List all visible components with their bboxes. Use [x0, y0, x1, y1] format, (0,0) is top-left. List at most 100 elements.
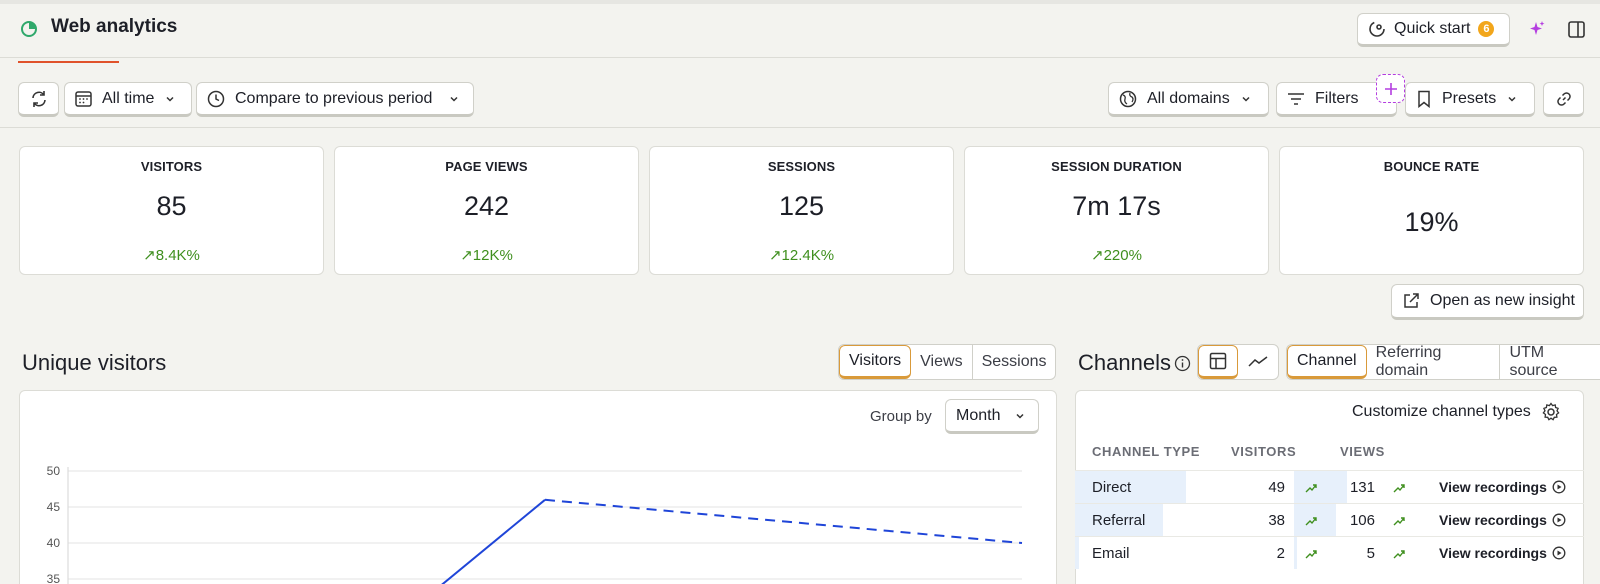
column-header-channel-type[interactable]: CHANNEL TYPE	[1092, 444, 1200, 459]
channels-title-text: Channels	[1078, 350, 1171, 375]
unique-visitors-title: Unique visitors	[22, 350, 167, 375]
quick-start-badge: 6	[1478, 21, 1495, 37]
domains-select[interactable]: All domains	[1108, 82, 1269, 117]
stat-card-page-views[interactable]: PAGE VIEWS 242 ↗12K%	[334, 146, 639, 275]
y-tick-label: 45	[47, 500, 61, 514]
view-recordings-label: View recordings	[1439, 512, 1547, 528]
channels-tabs: Channel Referring domain UTM source	[1286, 344, 1600, 380]
stat-value: 7m 17s	[1072, 191, 1161, 221]
chevron-down-icon	[164, 93, 176, 105]
copy-link-button[interactable]	[1543, 82, 1584, 117]
play-icon	[1552, 546, 1566, 560]
refresh-button[interactable]	[18, 82, 59, 117]
stat-delta: ↗8.4K%	[143, 247, 200, 264]
view-recordings-link[interactable]: View recordings	[1439, 512, 1566, 528]
play-icon	[1552, 513, 1566, 527]
play-icon	[1552, 480, 1566, 494]
trend-view-icon[interactable]	[1238, 345, 1278, 379]
view-recordings-link[interactable]: View recordings	[1439, 479, 1566, 495]
trend-up-icon	[1305, 515, 1317, 527]
quick-start-label: Quick start	[1394, 20, 1471, 37]
views-value: 5	[1366, 545, 1375, 562]
compare-label: Compare to previous period	[235, 89, 433, 107]
tab-views[interactable]: Views	[911, 345, 973, 379]
views-value: 131	[1349, 479, 1375, 496]
tab-referring-domain[interactable]: Referring domain	[1367, 345, 1501, 379]
domains-label: All domains	[1147, 89, 1230, 107]
views-share-bar	[1294, 537, 1297, 569]
rocket-icon	[1368, 20, 1386, 38]
visitors-projection-line	[544, 498, 1023, 544]
stat-value: 19%	[1404, 207, 1459, 237]
trend-up-icon	[1393, 482, 1405, 494]
side-panel-icon[interactable]	[1568, 21, 1585, 38]
stat-delta: ↗12K%	[460, 247, 513, 264]
open-insight-button[interactable]: Open as new insight	[1391, 284, 1584, 320]
presets-label: Presets	[1442, 89, 1497, 107]
gear-icon	[1541, 402, 1561, 422]
y-tick-label: 35	[47, 572, 61, 584]
clock-icon	[207, 90, 225, 108]
visitors-value: 38	[1268, 512, 1285, 529]
bookmark-icon	[1416, 90, 1432, 108]
table-row[interactable]: Email 2 5 View recordings	[1075, 536, 1584, 569]
y-tick-label: 40	[47, 536, 61, 550]
info-icon[interactable]	[1174, 355, 1191, 372]
customize-channel-types-button[interactable]: Customize channel types	[1352, 402, 1561, 422]
customize-label: Customize channel types	[1352, 403, 1531, 420]
stat-card-visitors[interactable]: VISITORS 85 ↗8.4K%	[19, 146, 324, 275]
link-icon	[1556, 91, 1572, 107]
external-link-icon	[1402, 292, 1420, 310]
column-header-visitors[interactable]: VISITORS	[1231, 444, 1296, 459]
channels-title: Channels	[1078, 350, 1191, 376]
date-range-select[interactable]: All time	[64, 82, 192, 117]
channel-type: Referral	[1092, 512, 1146, 529]
stat-delta: ↗12.4K%	[768, 247, 835, 264]
view-recordings-label: View recordings	[1439, 479, 1547, 495]
group-by-select[interactable]: Month	[945, 399, 1039, 434]
presets-select[interactable]: Presets	[1405, 82, 1535, 117]
tab-channel[interactable]: Channel	[1287, 345, 1367, 379]
table-row[interactable]: Direct 49 131 View recordings	[1075, 470, 1584, 503]
stat-title: SESSION DURATION	[1051, 159, 1182, 174]
filters-label: Filters	[1315, 89, 1359, 107]
stat-title: SESSIONS	[767, 159, 836, 174]
y-tick-label: 50	[47, 464, 61, 478]
add-filter-button[interactable]	[1376, 74, 1405, 103]
chevron-down-icon	[1506, 93, 1518, 105]
stat-card-session-duration[interactable]: SESSION DURATION 7m 17s ↗220%	[964, 146, 1269, 275]
compare-select[interactable]: Compare to previous period	[196, 82, 474, 117]
view-recordings-label: View recordings	[1439, 545, 1547, 561]
open-insight-label: Open as new insight	[1430, 292, 1575, 309]
tab-sessions[interactable]: Sessions	[973, 345, 1056, 379]
table-view-icon[interactable]	[1198, 345, 1238, 379]
tab-visitors[interactable]: Visitors	[839, 345, 912, 379]
table-row[interactable]: Referral 38 106 View recordings	[1075, 503, 1584, 536]
visitors-series-line	[441, 499, 546, 584]
calendar-icon	[75, 90, 92, 107]
trend-up-icon	[1305, 482, 1317, 494]
channels-view-toggle	[1197, 344, 1279, 380]
stat-delta: ↗220%	[1091, 247, 1142, 264]
views-value: 106	[1349, 512, 1375, 529]
unique-visitors-tabs: Visitors Views Sessions	[838, 344, 1057, 380]
view-recordings-link[interactable]: View recordings	[1439, 545, 1566, 561]
stat-value: 85	[156, 191, 187, 221]
group-by-value: Month	[956, 406, 1001, 424]
toolbar-divider	[0, 127, 1600, 128]
tab-utm-source[interactable]: UTM source	[1500, 345, 1600, 379]
visitors-value: 49	[1268, 479, 1285, 496]
stat-title: PAGE VIEWS	[445, 159, 528, 174]
quick-start-button[interactable]: Quick start 6	[1357, 13, 1510, 47]
chevron-down-icon	[448, 93, 460, 105]
active-tab-underline	[18, 61, 119, 63]
group-by-label: Group by	[870, 408, 932, 425]
trend-up-icon	[1305, 548, 1317, 560]
sparkle-icon[interactable]	[1528, 20, 1546, 38]
stat-card-sessions[interactable]: SESSIONS 125 ↗12.4K%	[649, 146, 954, 275]
stat-card-bounce-rate[interactable]: BOUNCE RATE 19%	[1279, 146, 1584, 275]
date-range-label: All time	[102, 89, 155, 107]
chevron-down-icon	[1014, 410, 1026, 422]
stat-value: 125	[778, 191, 825, 221]
column-header-views[interactable]: VIEWS	[1340, 444, 1385, 459]
